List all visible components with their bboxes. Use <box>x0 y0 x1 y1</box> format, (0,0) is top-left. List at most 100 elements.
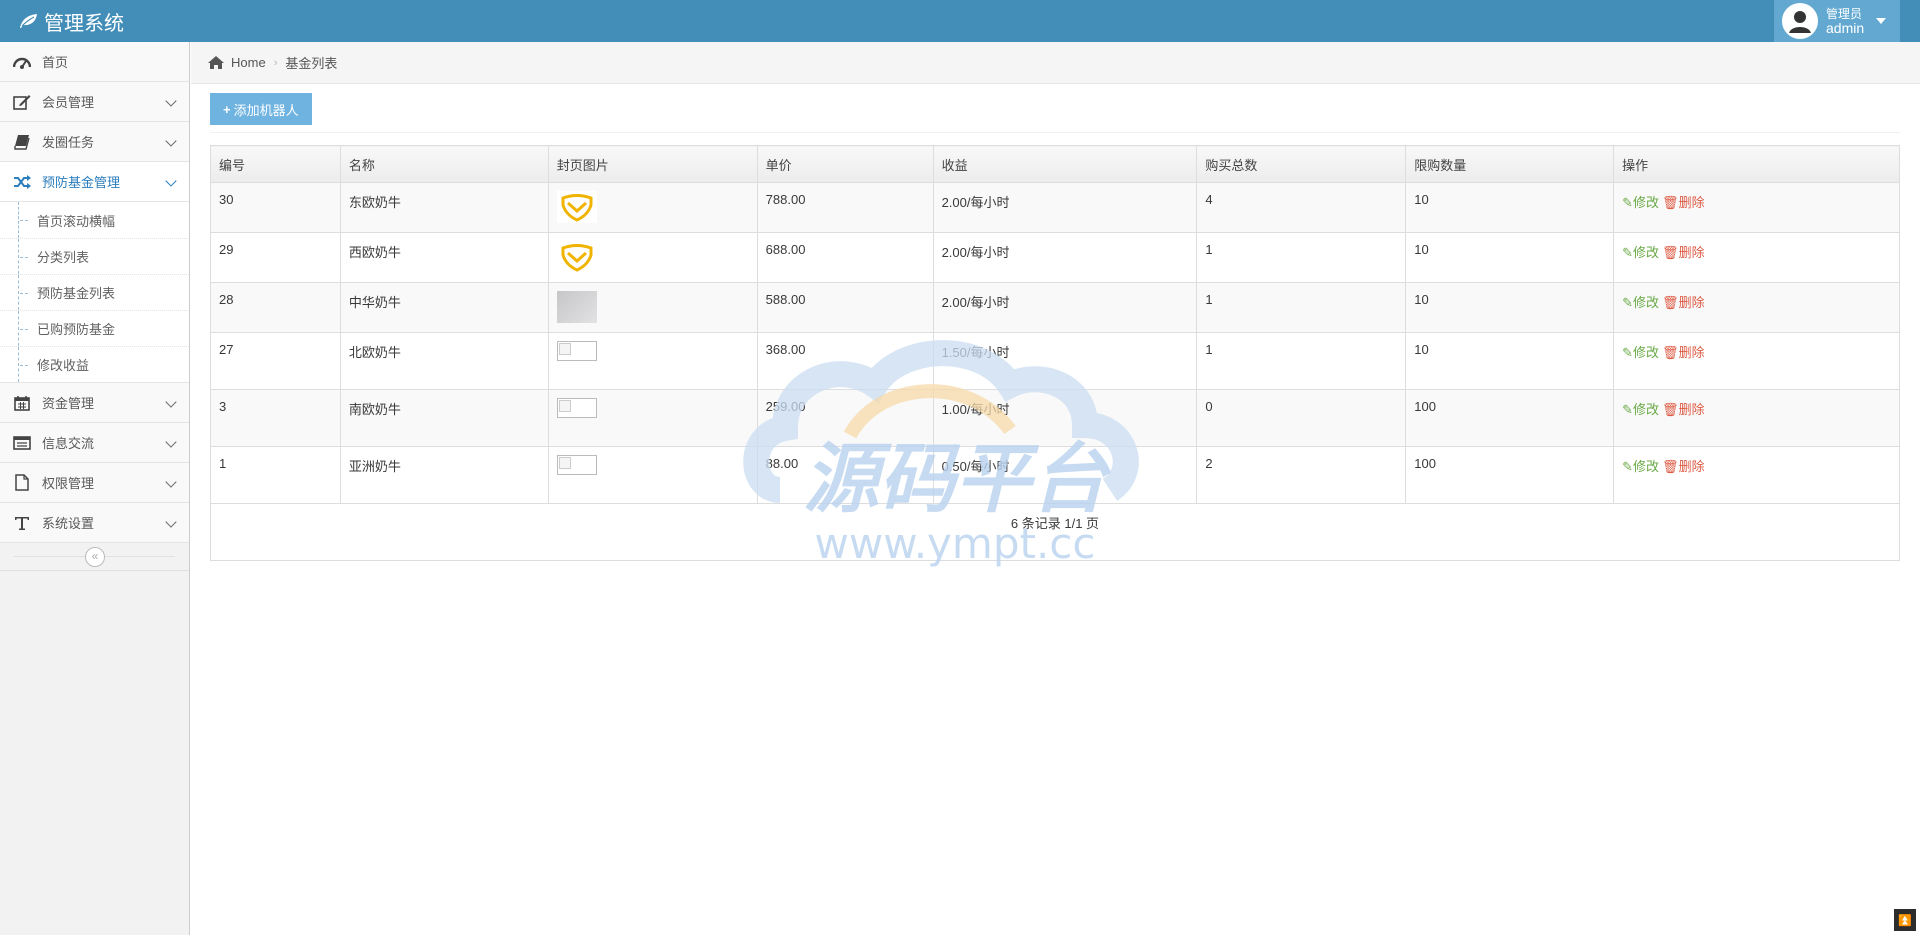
cell-name: 南欧奶牛 <box>339 389 549 447</box>
collapse-sidebar-button[interactable]: « <box>85 547 105 567</box>
sidebar-collapse-bar: « <box>0 543 189 571</box>
column-header: 限购数量 <box>1405 145 1615 183</box>
edit-link[interactable]: ✎修改 <box>1622 459 1659 474</box>
sidebar-item-label: 资金管理 <box>42 396 95 411</box>
table-row: 29 西欧奶牛 688.00 2.00/每小时 1 10 ✎修改 🗑删除 <box>210 232 1900 283</box>
edit-link[interactable]: ✎修改 <box>1622 295 1659 310</box>
edit-link[interactable]: ✎修改 <box>1622 245 1659 260</box>
caret-down-icon <box>1876 18 1887 24</box>
chevron-down-icon <box>165 516 177 528</box>
fund-submenu: 首页滚动横幅 分类列表 预防基金列表 已购预防基金 修改收益 <box>0 202 189 383</box>
cell-actions: ✎修改 🗑删除 <box>1613 389 1900 447</box>
sidebar-item-members[interactable]: 会员管理 <box>0 82 189 122</box>
submenu-item-categories[interactable]: 分类列表 <box>0 238 189 274</box>
column-header: 编号 <box>210 145 341 183</box>
chevron-down-icon <box>165 476 177 488</box>
cell-id: 3 <box>210 389 341 447</box>
sidebar-item-label: 会员管理 <box>42 95 95 110</box>
delete-link[interactable]: 🗑删除 <box>1662 195 1705 210</box>
cell-price: 368.00 <box>756 332 934 390</box>
delete-link[interactable]: 🗑删除 <box>1662 459 1705 474</box>
user-menu[interactable]: 管理员 admin <box>1774 0 1900 42</box>
broken-image-icon <box>556 398 597 418</box>
edit-label: 修改 <box>1633 402 1660 417</box>
table-header-row: 编号 名称 封页图片 单价 收益 购买总数 限购数量 操作 <box>210 145 1900 183</box>
sidebar-item-settings[interactable]: 系统设置 <box>0 503 189 543</box>
table-row: 27 北欧奶牛 368.00 1.50/每小时 1 10 ✎修改 🗑删除 <box>210 332 1900 390</box>
edit-link[interactable]: ✎修改 <box>1622 402 1659 417</box>
column-header: 操作 <box>1613 145 1900 183</box>
edit-label: 修改 <box>1633 295 1660 310</box>
chevron-down-icon <box>165 135 177 147</box>
top-navbar: 管理系统 管理员 admin <box>0 0 1920 42</box>
sidebar-item-tasks[interactable]: 发圈任务 <box>0 122 189 162</box>
book-icon <box>12 133 32 151</box>
fund-table: 编号 名称 封页图片 单价 收益 购买总数 限购数量 操作 30 东欧奶牛 78… <box>210 145 1900 561</box>
cell-id: 28 <box>210 282 341 333</box>
list-alt-icon <box>12 434 32 452</box>
cell-bought: 1 <box>1196 282 1407 333</box>
edit-link[interactable]: ✎修改 <box>1622 195 1659 210</box>
sidebar-item-label: 权限管理 <box>42 476 95 491</box>
cell-price: 688.00 <box>756 232 934 283</box>
delete-label: 删除 <box>1678 459 1705 474</box>
divider <box>210 132 1900 133</box>
cell-name: 西欧奶牛 <box>339 232 549 283</box>
home-icon[interactable] <box>207 55 225 70</box>
sidebar-item-finance[interactable]: 资金管理 <box>0 383 189 423</box>
sidebar-item-permissions[interactable]: 权限管理 <box>0 463 189 503</box>
submenu-item-fund-list[interactable]: 预防基金列表 <box>0 274 189 310</box>
breadcrumb-current: 基金列表 <box>285 56 338 71</box>
submenu-item-edit-income[interactable]: 修改收益 <box>0 346 189 382</box>
cell-limit: 100 <box>1405 389 1615 447</box>
cell-limit: 100 <box>1405 446 1615 504</box>
cell-image <box>547 389 758 447</box>
delete-link[interactable]: 🗑删除 <box>1662 245 1705 260</box>
cell-income: 1.50/每小时 <box>932 332 1198 390</box>
chevron-down-icon <box>165 95 177 107</box>
edit-icon <box>12 93 32 111</box>
table-row: 30 东欧奶牛 788.00 2.00/每小时 4 10 ✎修改 🗑删除 <box>210 182 1900 233</box>
sidebar-item-home[interactable]: 首页 <box>0 42 189 82</box>
delete-label: 删除 <box>1678 402 1705 417</box>
leaf-icon <box>18 13 38 29</box>
cell-income: 2.00/每小时 <box>932 282 1198 333</box>
cell-id: 1 <box>210 446 341 504</box>
scroll-to-top-button[interactable]: ⏫ <box>1894 909 1916 931</box>
sidebar-item-label: 系统设置 <box>42 516 95 531</box>
sidebar: 首页 会员管理 发圈任务 预防基金管理 首页滚动横幅 分类列表 预防基金列表 已… <box>0 42 190 935</box>
edit-label: 修改 <box>1633 245 1660 260</box>
blurred-photo-image <box>556 291 597 323</box>
cell-image <box>547 232 758 283</box>
column-header: 购买总数 <box>1196 145 1407 183</box>
edit-link[interactable]: ✎修改 <box>1622 345 1659 360</box>
cell-limit: 10 <box>1405 182 1615 233</box>
calendar-icon <box>12 394 32 412</box>
broken-image-icon <box>556 455 597 475</box>
cell-actions: ✎修改 🗑删除 <box>1613 446 1900 504</box>
shuffle-icon <box>12 173 32 191</box>
submenu-item-purchased[interactable]: 已购预防基金 <box>0 310 189 346</box>
sidebar-item-fund[interactable]: 预防基金管理 <box>0 162 189 202</box>
sidebar-item-label: 发圈任务 <box>42 135 95 150</box>
sidebar-item-label: 信息交流 <box>42 436 95 451</box>
cell-price: 259.00 <box>756 389 934 447</box>
edit-label: 修改 <box>1633 195 1660 210</box>
submenu-item-banner[interactable]: 首页滚动横幅 <box>0 202 189 238</box>
delete-link[interactable]: 🗑删除 <box>1662 345 1705 360</box>
delete-link[interactable]: 🗑删除 <box>1662 402 1705 417</box>
sidebar-item-label: 预防基金管理 <box>42 175 121 190</box>
sidebar-item-messages[interactable]: 信息交流 <box>0 423 189 463</box>
cell-income: 2.00/每小时 <box>932 232 1198 283</box>
delete-link[interactable]: 🗑删除 <box>1662 295 1705 310</box>
shield-logo-image <box>556 191 597 223</box>
avatar <box>1782 3 1818 39</box>
cell-name: 东欧奶牛 <box>339 182 549 233</box>
user-role: 管理员 <box>1826 7 1863 21</box>
breadcrumb-home-link[interactable]: Home <box>231 55 266 70</box>
cell-actions: ✎修改 🗑删除 <box>1613 182 1900 233</box>
text-icon <box>12 514 32 532</box>
brand[interactable]: 管理系统 <box>18 0 124 42</box>
column-header: 名称 <box>339 145 549 183</box>
add-robot-button[interactable]: + 添加机器人 <box>210 93 312 125</box>
